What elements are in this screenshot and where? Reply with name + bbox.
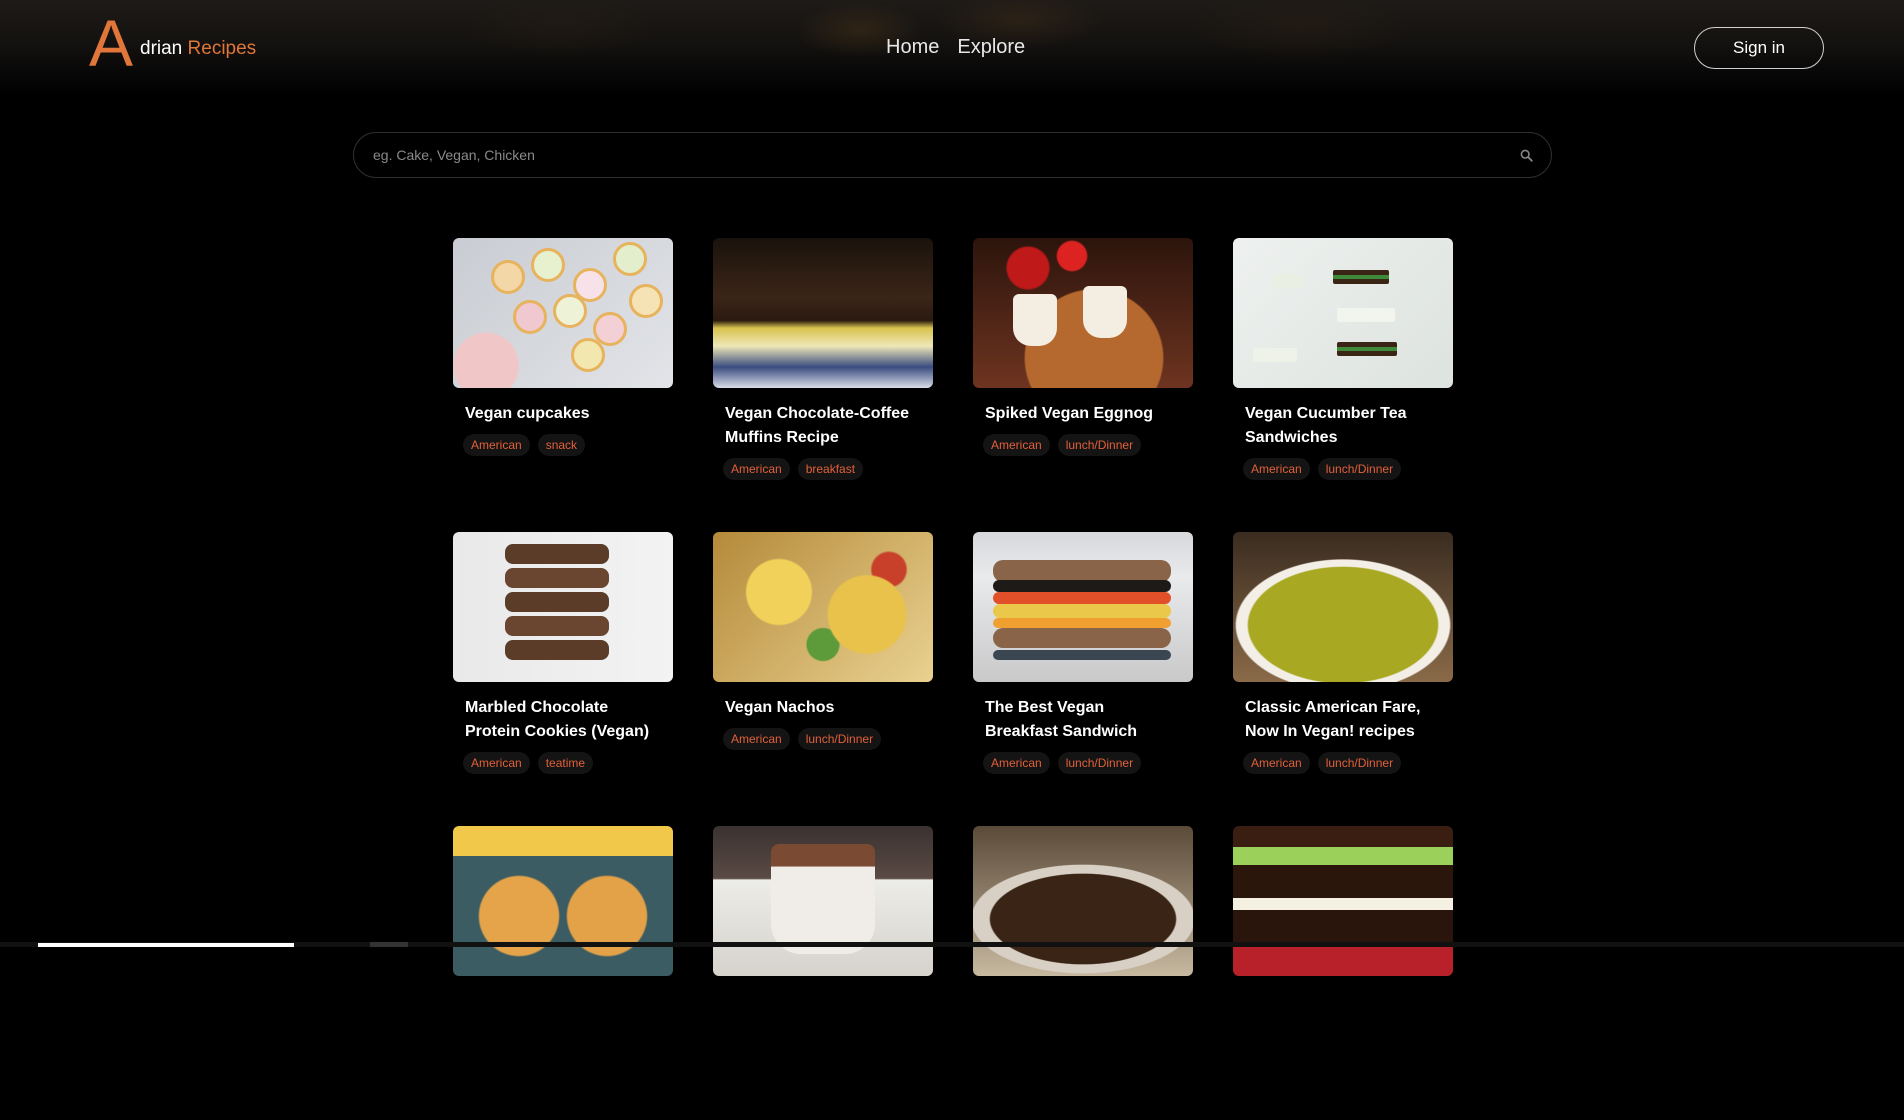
recipe-image-hot-chocolate — [713, 826, 933, 976]
recipe-tags: American lunch/Dinner — [1243, 458, 1453, 480]
recipe-tag[interactable]: lunch/Dinner — [1317, 752, 1402, 774]
recipe-card[interactable]: Vegan cupcakes American snack — [453, 238, 673, 532]
search-input[interactable] — [354, 146, 1511, 164]
recipe-tag[interactable]: lunch/Dinner — [797, 728, 882, 750]
recipe-card[interactable]: Marbled Chocolate Protein Cookies (Vegan… — [453, 532, 673, 826]
status-bar-strip — [38, 943, 294, 947]
recipe-title: Spiked Vegan Eggnog — [985, 405, 1154, 422]
recipe-card[interactable] — [973, 826, 1193, 1120]
recipe-tags: American teatime — [463, 752, 673, 774]
recipe-title: Marbled Chocolate Protein Cookies (Vegan… — [465, 699, 650, 740]
logo-text-first: drian — [140, 38, 183, 59]
recipe-tag[interactable]: American — [463, 752, 530, 774]
recipe-tags: American lunch/Dinner — [1243, 752, 1453, 774]
recipe-card[interactable]: Vegan Chocolate-Coffee Muffins Recipe Am… — [713, 238, 933, 532]
recipe-tag[interactable]: American — [463, 434, 530, 456]
recipe-tag[interactable]: breakfast — [797, 458, 864, 480]
recipe-image-nachos — [713, 532, 933, 682]
recipe-image-mint-bars — [1233, 826, 1453, 976]
recipe-title: Classic American Fare, Now In Vegan! rec… — [1245, 699, 1421, 740]
recipe-tag[interactable]: American — [723, 728, 790, 750]
recipe-tag[interactable]: American — [1243, 458, 1310, 480]
recipe-title: Vegan cupcakes — [465, 405, 590, 422]
recipe-card[interactable]: Vegan Cucumber Tea Sandwiches American l… — [1233, 238, 1453, 532]
recipe-image-soup — [1233, 532, 1453, 682]
recipe-tag[interactable]: American — [983, 752, 1050, 774]
recipe-tag[interactable]: lunch/Dinner — [1057, 752, 1142, 774]
recipe-card[interactable]: Spiked Vegan Eggnog American lunch/Dinne… — [973, 238, 1193, 532]
recipe-image-protein-cookies — [453, 532, 673, 682]
recipe-title: Vegan Chocolate-Coffee Muffins Recipe — [725, 405, 910, 446]
recipe-tag[interactable]: lunch/Dinner — [1317, 458, 1402, 480]
recipe-card[interactable]: Vegan Nachos American lunch/Dinner — [713, 532, 933, 826]
recipe-card[interactable] — [713, 826, 933, 1120]
search-bar — [353, 132, 1552, 178]
recipe-title: Vegan Nachos — [725, 699, 835, 716]
recipe-image-eggnog — [973, 238, 1193, 388]
recipe-image-tea-sandwiches — [1233, 238, 1453, 388]
logo-text: drian Recipes — [140, 38, 256, 60]
recipe-image-muffins — [713, 238, 933, 388]
logo-mark: A — [80, 10, 138, 76]
logo-text-second: Recipes — [187, 38, 257, 59]
sign-in-button[interactable]: Sign in — [1694, 27, 1824, 69]
recipe-tags: American lunch/Dinner — [983, 434, 1193, 456]
recipe-grid: Vegan cupcakes American snack Vegan Choc… — [453, 238, 1453, 1120]
recipe-tags: American lunch/Dinner — [983, 752, 1193, 774]
recipe-image-cupcakes — [453, 238, 673, 388]
recipe-card[interactable] — [453, 826, 673, 1120]
recipe-card[interactable] — [1233, 826, 1453, 1120]
recipe-tag[interactable]: American — [983, 434, 1050, 456]
recipe-image-cookies — [453, 826, 673, 976]
recipe-card[interactable]: The Best Vegan Breakfast Sandwich Americ… — [973, 532, 1193, 826]
recipe-tag[interactable]: American — [723, 458, 790, 480]
nav-home-link[interactable]: Home — [886, 36, 939, 59]
search-icon[interactable] — [1511, 149, 1541, 162]
recipe-tags: American breakfast — [723, 458, 933, 480]
recipe-tag[interactable]: snack — [537, 434, 586, 456]
recipe-tag[interactable]: American — [1243, 752, 1310, 774]
recipe-tag[interactable]: teatime — [537, 752, 594, 774]
recipe-tags: American lunch/Dinner — [723, 728, 933, 750]
site-logo[interactable]: A drian Recipes — [80, 10, 256, 76]
recipe-title: The Best Vegan Breakfast Sandwich — [985, 699, 1138, 740]
recipe-image-breakfast-sandwich — [973, 532, 1193, 682]
main-nav: Home Explore — [886, 36, 1025, 59]
recipe-tags: American snack — [463, 434, 673, 456]
scrollbar-thumb[interactable] — [370, 942, 408, 947]
recipe-image-bark — [973, 826, 1193, 976]
nav-explore-link[interactable]: Explore — [957, 36, 1025, 59]
recipe-card[interactable]: Classic American Fare, Now In Vegan! rec… — [1233, 532, 1453, 826]
recipe-title: Vegan Cucumber Tea Sandwiches — [1245, 405, 1407, 446]
recipe-tag[interactable]: lunch/Dinner — [1057, 434, 1142, 456]
